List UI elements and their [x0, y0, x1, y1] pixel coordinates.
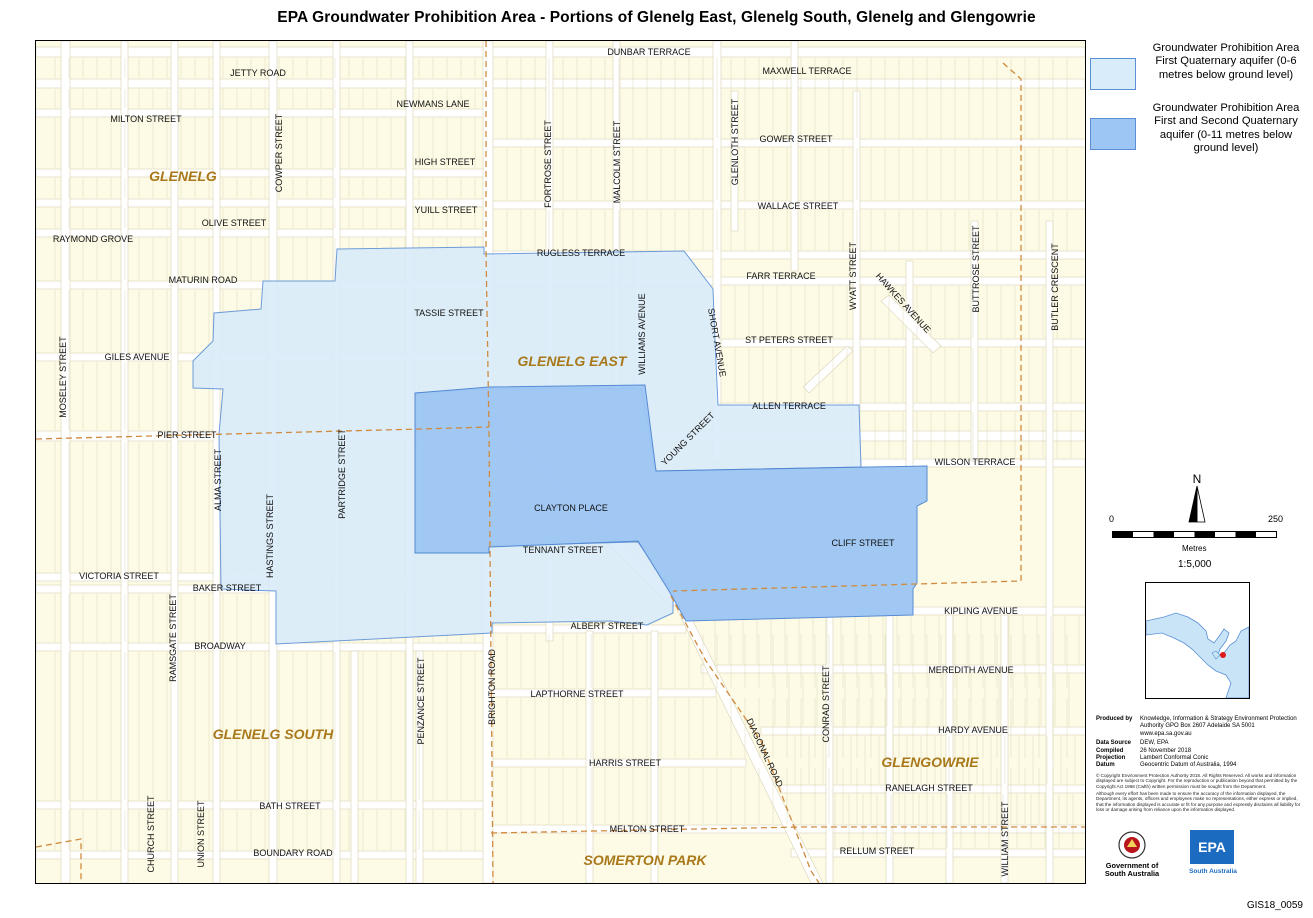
road-label: WILSON TERRACE	[935, 457, 1016, 467]
road-label: NEWMANS LANE	[396, 99, 469, 109]
road-label: PIER STREET	[157, 430, 217, 440]
road-label: RAMSGATE STREET	[168, 594, 178, 682]
suburb-label: GLENELG EAST	[518, 353, 628, 369]
scale-min: 0	[1109, 514, 1115, 524]
scale-bar-graphic	[1112, 531, 1277, 538]
road-label: TENNANT STREET	[523, 545, 604, 555]
map-frame[interactable]: DUNBAR TERRACE JETTY ROAD MAXWELL TERRACE N…	[35, 40, 1086, 884]
road-label: BRIGHTON ROAD	[487, 649, 497, 725]
suburb-label: GLENGOWRIE	[881, 754, 979, 770]
epa-logo-sub: South Australia	[1189, 868, 1237, 875]
road-label: CLIFF STREET	[831, 538, 895, 548]
road-label: BROADWAY	[194, 641, 246, 651]
scale-max: 250	[1268, 514, 1284, 524]
road-label: GOWER STREET	[759, 134, 833, 144]
suburb-label: GLENELG	[149, 168, 217, 184]
road-label: RAYMOND GROVE	[53, 234, 133, 244]
road-label: MEREDITH AVENUE	[928, 665, 1013, 675]
road-label: MELTON STREET	[610, 824, 685, 834]
south-australia-inset	[1146, 583, 1249, 698]
suburb-label: GLENELG SOUTH	[213, 726, 334, 742]
road-label: UNION STREET	[196, 800, 206, 868]
road-label: ALMA STREET	[213, 448, 223, 511]
road-label: CLAYTON PLACE	[534, 503, 608, 513]
produced-by-row: Produced by Knowledge, Information & Str…	[1096, 716, 1297, 737]
road-label: WILLIAM STREET	[1000, 801, 1010, 877]
road-label: BUTTROSE STREET	[971, 225, 981, 313]
road-label: WALLACE STREET	[758, 201, 839, 211]
road-label: BUTLER CRESCENT	[1050, 243, 1060, 331]
road-label: YUILL STREET	[415, 205, 478, 215]
road-label: LAPTHORNE STREET	[530, 689, 624, 699]
government-logo-text: Government of South Australia	[1104, 861, 1160, 878]
road-label: HARRIS STREET	[589, 758, 662, 768]
road-label: CONRAD STREET	[821, 665, 831, 743]
road-label: OLIVE STREET	[202, 218, 267, 228]
road-label: RELLUM STREET	[840, 846, 915, 856]
legend-swatch-first-quaternary	[1090, 58, 1136, 90]
copyright-text: © Copyright Environment Protection Autho…	[1096, 772, 1298, 789]
road-label: PENZANCE STREET	[416, 657, 426, 745]
road-label: PARTRIDGE STREET	[337, 429, 347, 519]
road-label: BOUNDARY ROAD	[253, 848, 333, 858]
map-title: EPA Groundwater Prohibition Area - Porti…	[277, 9, 1036, 26]
copyright-disclaimer: © Copyright Environment Protection Autho…	[1096, 773, 1306, 813]
government-logo: Government of South Australia	[1096, 830, 1168, 882]
legend-label-first-quaternary: Groundwater Prohibition Area First Quate…	[1152, 42, 1300, 81]
road-label: RANELAGH STREET	[885, 783, 973, 793]
logos: Government of South Australia EPA South …	[1096, 830, 1306, 882]
road-label: VICTORIA STREET	[79, 571, 159, 581]
road-label: GILES AVENUE	[105, 352, 170, 362]
road-label: FARR TERRACE	[746, 271, 815, 281]
epa-logo: EPA South Australia	[1188, 830, 1238, 882]
north-label: N	[1193, 472, 1202, 486]
map-canvas[interactable]: DUNBAR TERRACE JETTY ROAD MAXWELL TERRACE N…	[36, 41, 1085, 883]
road-label: MATURIN ROAD	[169, 275, 238, 285]
road-label: KIPLING AVENUE	[944, 606, 1018, 616]
road-label: WILLIAMS AVENUE	[637, 293, 647, 374]
scale-ratio: 1:5,000	[1178, 559, 1212, 570]
road-label: MOSELEY STREET	[58, 336, 68, 418]
road-label: ST PETERS STREET	[745, 335, 833, 345]
road-label: COWPER STREET	[274, 113, 284, 192]
compiled-row: Compiled 26 November 2018	[1096, 747, 1192, 754]
disclaimer-text: Although every effort has been made to e…	[1096, 791, 1301, 813]
road-label: ALBERT STREET	[571, 621, 644, 631]
datum-row: Datum Geocentric Datum of Australia, 199…	[1096, 762, 1237, 769]
road-label: HIGH STREET	[415, 157, 476, 167]
inset-location-map	[1145, 582, 1250, 699]
legend-item-first-second-quaternary: Groundwater Prohibition Area First and S…	[1088, 102, 1310, 156]
legend-item-first-quaternary: Groundwater Prohibition Area First Quate…	[1088, 42, 1310, 96]
road-label: MILTON STREET	[110, 114, 182, 124]
road-label: BATH STREET	[259, 801, 321, 811]
road-label: HASTINGS STREET	[265, 493, 275, 578]
road-label: RUGLESS TERRACE	[537, 248, 625, 258]
data-source-row: Data Source DEW, EPA	[1096, 740, 1169, 747]
road-label: CHURCH STREET	[146, 795, 156, 873]
suburb-label: SOMERTON PARK	[584, 852, 708, 868]
road-label: ALLEN TERRACE	[752, 401, 826, 411]
epa-logo-mark: EPA	[1190, 830, 1234, 864]
road-label: DUNBAR TERRACE	[607, 47, 690, 57]
road-label: TASSIE STREET	[414, 308, 484, 318]
road-label: GLENLOTH STREET	[730, 98, 740, 185]
road-label: JETTY ROAD	[230, 68, 286, 78]
road-label: BAKER STREET	[193, 583, 262, 593]
scale-unit: Metres	[1182, 544, 1207, 553]
map-metadata: Produced by Knowledge, Information & Str…	[1096, 716, 1306, 813]
legend-swatch-first-second-quaternary	[1090, 118, 1136, 150]
map-code: GIS18_0059	[1246, 900, 1303, 911]
scale-bar: 0 250 Metres 1:5,000	[1108, 512, 1288, 572]
projection-row: Projection Lambert Conformal Conic	[1096, 755, 1209, 762]
road-label: FORTROSE STREET	[543, 120, 553, 208]
road-label: MAXWELL TERRACE	[762, 66, 851, 76]
road-label: WYATT STREET	[848, 242, 858, 311]
legend-label-first-second-quaternary: Groundwater Prohibition Area First and S…	[1152, 102, 1300, 154]
road-label: MALCOLM STREET	[612, 120, 622, 203]
government-crest-icon	[1118, 831, 1146, 859]
road-label: HARDY AVENUE	[938, 725, 1008, 735]
location-marker-icon	[1220, 652, 1226, 658]
